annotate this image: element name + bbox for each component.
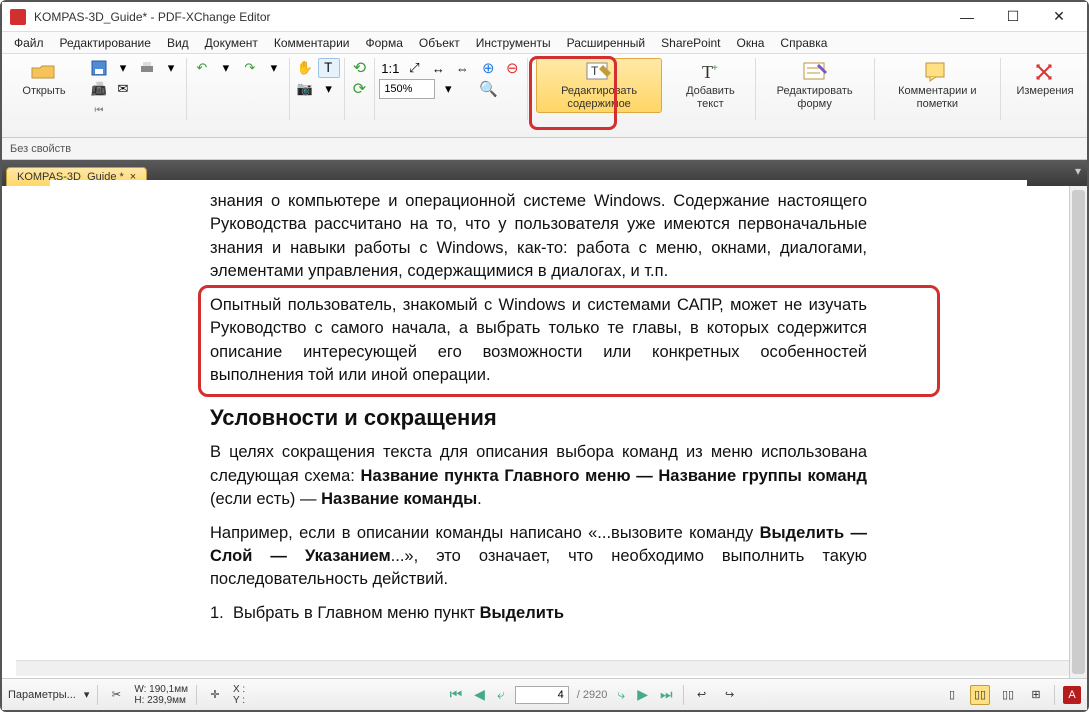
next-page-button[interactable]: ▶ xyxy=(635,686,650,703)
page-count: 2920 xyxy=(583,689,607,701)
nav-first-icon[interactable]: ⏮ xyxy=(88,100,110,120)
save-dropdown[interactable]: ▾ xyxy=(112,58,134,78)
snapshot-dropdown[interactable]: ▾ xyxy=(318,79,340,99)
save-button[interactable] xyxy=(88,58,110,78)
back-button[interactable]: ↩ xyxy=(692,685,712,705)
open-button[interactable]: Открыть xyxy=(8,58,80,101)
undo-dropdown[interactable]: ▾ xyxy=(215,58,237,78)
page-dimensions: W: 190,1мм H: 239,9мм xyxy=(134,684,188,706)
app-icon xyxy=(10,9,26,25)
two-page-view[interactable]: ▯▯ xyxy=(998,685,1018,705)
menu-bar: Файл Редактирование Вид Документ Коммент… xyxy=(2,32,1087,54)
edit-form-label: Редактировать форму xyxy=(769,85,861,110)
measure-button[interactable]: Измерения xyxy=(1009,58,1081,101)
menu-tools[interactable]: Инструменты xyxy=(468,34,559,52)
menu-edit[interactable]: Редактирование xyxy=(52,34,159,52)
next-view-button[interactable]: ⤷ xyxy=(615,686,627,703)
document-page[interactable]: знания о компьютере и операционной систе… xyxy=(50,180,1027,654)
close-button[interactable]: ✕ xyxy=(1045,7,1073,27)
forward-button[interactable]: ↪ xyxy=(720,685,740,705)
menu-object[interactable]: Объект xyxy=(411,34,468,52)
prev-page-button[interactable]: ◀ xyxy=(472,686,487,703)
loupe-button[interactable]: 🔍 xyxy=(477,79,499,99)
fit-visible-button[interactable]: ⇔ xyxy=(451,58,473,78)
measure-label: Измерения xyxy=(1016,85,1073,98)
print-button[interactable] xyxy=(136,58,158,78)
open-label: Открыть xyxy=(22,85,65,98)
cursor-position: X : Y : xyxy=(233,684,245,706)
menu-comments[interactable]: Комментарии xyxy=(266,34,358,52)
print-dropdown[interactable]: ▾ xyxy=(160,58,182,78)
edit-content-label: Редактировать содержимое xyxy=(541,85,657,110)
add-text-button[interactable]: T+ Добавить текст xyxy=(674,58,747,113)
title-bar: KOMPAS-3D_Guide* - PDF-XChange Editor — … xyxy=(2,2,1087,32)
fit-width-button[interactable]: ↔ xyxy=(427,58,449,78)
document-viewport: знания о компьютере и операционной систе… xyxy=(2,186,1087,678)
mail-button[interactable]: ✉ xyxy=(112,79,134,99)
edit-content-button[interactable]: T Редактировать содержимое xyxy=(536,58,662,113)
undo-button[interactable]: ↶ xyxy=(191,58,213,78)
snapshot-tool[interactable]: 📷 xyxy=(294,79,316,99)
zoom-dropdown[interactable]: ▾ xyxy=(437,79,459,99)
vertical-scrollbar[interactable] xyxy=(1069,186,1087,678)
crop-icon[interactable]: ✂ xyxy=(106,685,126,705)
horizontal-scrollbar[interactable] xyxy=(16,660,1069,676)
status-bar: Параметры... ▾ ✂ W: 190,1мм H: 239,9мм ✛… xyxy=(2,678,1087,710)
cursor-pos-icon: ✛ xyxy=(205,685,225,705)
properties-text: Без свойств xyxy=(10,143,71,155)
add-text-label: Добавить текст xyxy=(679,85,742,110)
params-button[interactable]: Параметры... xyxy=(8,689,76,701)
prev-view-button[interactable]: ⤶ xyxy=(495,686,507,703)
tabs-menu-icon[interactable]: ▾ xyxy=(1075,164,1081,178)
fit-page-button[interactable]: ⤢ xyxy=(403,58,425,78)
hand-tool[interactable]: ✋ xyxy=(294,58,316,78)
doc-para-5: 1. Выбрать в Главном меню пункт Выделить xyxy=(210,602,867,625)
select-text-tool[interactable]: Ꭲ xyxy=(318,58,340,78)
menu-windows[interactable]: Окна xyxy=(729,34,773,52)
window-title: KOMPAS-3D_Guide* - PDF-XChange Editor xyxy=(34,10,953,24)
comments-label: Комментарии и пометки xyxy=(887,85,987,110)
doc-para-4: Например, если в описании команды написа… xyxy=(210,522,867,592)
menu-file[interactable]: Файл xyxy=(6,34,52,52)
minimize-button[interactable]: — xyxy=(953,7,981,27)
menu-view[interactable]: Вид xyxy=(159,34,197,52)
doc-heading: Условности и сокращения xyxy=(210,405,867,431)
menu-sharepoint[interactable]: SharePoint xyxy=(653,34,728,52)
adobe-icon[interactable]: A xyxy=(1063,686,1081,704)
svg-text:T: T xyxy=(591,64,599,78)
doc-para-1: знания о компьютере и операционной систе… xyxy=(210,190,867,284)
menu-form[interactable]: Форма xyxy=(357,34,410,52)
svg-text:+: + xyxy=(712,63,718,74)
scan-button[interactable]: 📠 xyxy=(88,79,110,99)
two-continuous-view[interactable]: ⊞ xyxy=(1026,685,1046,705)
properties-bar: Без свойств xyxy=(2,138,1087,160)
actual-size-button[interactable]: 1:1 xyxy=(379,58,401,78)
menu-help[interactable]: Справка xyxy=(772,34,835,52)
menu-document[interactable]: Документ xyxy=(197,34,266,52)
ribbon-toolbar: Открыть ▾ ▾ 📠 ✉ ⏮ ↶ ▾ ↷ ▾ ✋ Ꭲ xyxy=(2,54,1087,138)
continuous-view[interactable]: ▯▯ xyxy=(970,685,990,705)
zoom-in-button[interactable]: ⊕ xyxy=(477,58,499,78)
zoom-input[interactable] xyxy=(379,79,435,99)
redo-dropdown[interactable]: ▾ xyxy=(263,58,285,78)
edit-form-button[interactable]: Редактировать форму xyxy=(764,58,866,113)
last-page-button[interactable]: ⏭ xyxy=(658,686,675,703)
first-page-button[interactable]: ⏮ xyxy=(448,686,465,703)
page-number-input[interactable] xyxy=(515,686,569,704)
params-dropdown[interactable]: ▾ xyxy=(84,688,90,701)
single-page-view[interactable]: ▯ xyxy=(942,685,962,705)
menu-advanced[interactable]: Расширенный xyxy=(559,34,654,52)
rotate-ccw-button[interactable]: ⟲ xyxy=(348,58,370,78)
doc-para-2: Опытный пользователь, знакомый с Windows… xyxy=(210,294,867,388)
zoom-out-button[interactable]: ⊖ xyxy=(501,58,523,78)
doc-para-3: В целях сокращения текста для описания в… xyxy=(210,441,867,511)
rotate-cw-button[interactable]: ⟳ xyxy=(348,79,370,99)
maximize-button[interactable]: ☐ xyxy=(999,7,1027,27)
redo-button[interactable]: ↷ xyxy=(239,58,261,78)
comments-button[interactable]: Комментарии и пометки xyxy=(882,58,992,113)
